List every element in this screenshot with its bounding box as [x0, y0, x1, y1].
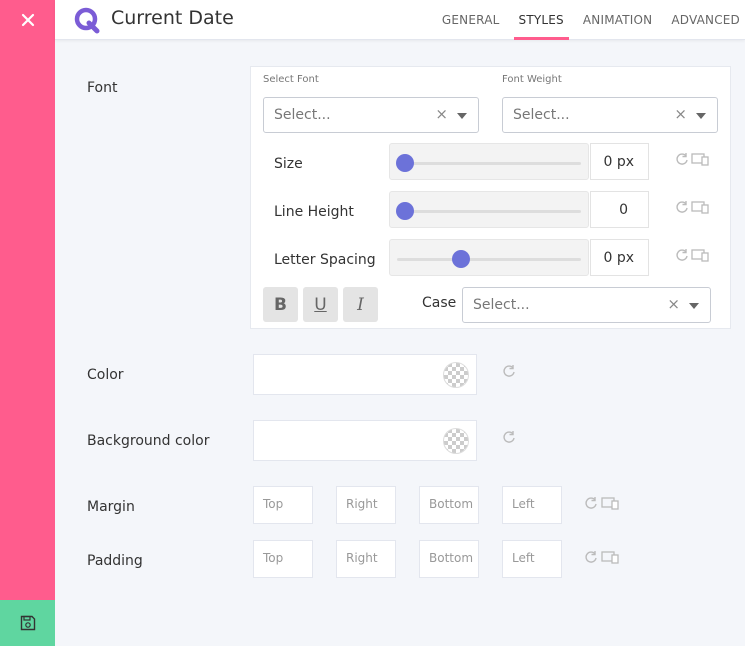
slider-track — [397, 210, 581, 213]
slider-thumb[interactable] — [396, 154, 414, 172]
responsive-icon[interactable] — [601, 550, 619, 564]
bold-button[interactable]: B — [263, 287, 298, 322]
size-value[interactable]: 0 px — [590, 143, 649, 180]
underline-button[interactable]: U — [303, 287, 338, 322]
header: Current Date GENERAL STYLES ANIMATION AD… — [55, 0, 745, 40]
font-panel: Select Font Select... × Font Weight Sele… — [250, 66, 731, 329]
font-label: Font — [87, 80, 118, 96]
select-font-label: Select Font — [263, 74, 319, 85]
margin-top-input[interactable]: Top — [253, 486, 313, 524]
letter-spacing-slider[interactable] — [389, 239, 589, 276]
padding-actions — [584, 550, 619, 564]
clear-icon[interactable]: × — [674, 105, 687, 123]
slider-thumb[interactable] — [452, 250, 471, 268]
size-actions — [675, 152, 709, 166]
chevron-down-icon[interactable] — [457, 113, 467, 119]
chevron-down-icon[interactable] — [689, 303, 699, 309]
logo-icon — [74, 7, 100, 34]
tab-bar: GENERAL STYLES ANIMATION ADVANCED — [428, 0, 745, 40]
letter-spacing-actions — [675, 248, 709, 262]
case-placeholder: Select... — [473, 297, 530, 313]
case-label: Case — [422, 295, 457, 311]
font-weight-label: Font Weight — [502, 74, 562, 85]
line-height-label: Line Height — [274, 204, 354, 220]
reset-icon[interactable] — [502, 430, 516, 444]
background-color-label: Background color — [87, 433, 210, 449]
reset-icon[interactable] — [584, 496, 598, 510]
case-dropdown[interactable]: Select... × — [462, 287, 711, 323]
responsive-icon[interactable] — [691, 152, 709, 166]
color-label: Color — [87, 367, 124, 383]
save-button[interactable] — [0, 600, 55, 646]
chevron-down-icon[interactable] — [696, 113, 706, 119]
slider-thumb[interactable] — [396, 202, 414, 220]
padding-label: Padding — [87, 553, 143, 569]
letter-spacing-value[interactable]: 0 px — [590, 239, 649, 276]
size-slider[interactable] — [389, 143, 589, 180]
slider-track — [397, 162, 581, 165]
responsive-icon[interactable] — [601, 496, 619, 510]
color-swatch[interactable] — [443, 362, 469, 388]
font-weight-placeholder: Select... — [513, 107, 570, 123]
padding-bottom-input[interactable]: Bottom — [419, 540, 479, 578]
reset-icon[interactable] — [584, 550, 598, 564]
reset-icon[interactable] — [675, 200, 689, 214]
select-font-dropdown[interactable]: Select... × — [263, 97, 479, 133]
margin-actions — [584, 496, 619, 510]
close-button[interactable] — [0, 0, 55, 40]
save-icon — [20, 615, 35, 631]
line-height-value[interactable]: 0 — [590, 191, 649, 228]
margin-bottom-input[interactable]: Bottom — [419, 486, 479, 524]
reset-icon[interactable] — [675, 248, 689, 262]
tab-animation[interactable]: ANIMATION — [578, 0, 657, 40]
clear-icon[interactable]: × — [667, 295, 680, 313]
page-title: Current Date — [111, 7, 234, 29]
background-color-swatch[interactable] — [443, 428, 469, 454]
slider-track — [397, 258, 581, 261]
responsive-icon[interactable] — [691, 200, 709, 214]
background-color-field[interactable] — [253, 420, 477, 461]
margin-right-input[interactable]: Right — [336, 486, 396, 524]
reset-icon[interactable] — [502, 364, 516, 378]
left-rail — [0, 0, 55, 646]
responsive-icon[interactable] — [691, 248, 709, 262]
padding-top-input[interactable]: Top — [253, 540, 313, 578]
margin-left-input[interactable]: Left — [502, 486, 562, 524]
reset-icon[interactable] — [675, 152, 689, 166]
italic-button[interactable]: I — [343, 287, 378, 322]
letter-spacing-label: Letter Spacing — [274, 252, 376, 268]
tab-advanced[interactable]: ADVANCED — [666, 0, 745, 40]
close-icon — [21, 13, 34, 27]
font-weight-dropdown[interactable]: Select... × — [502, 97, 718, 133]
select-font-placeholder: Select... — [274, 107, 331, 123]
tab-styles[interactable]: STYLES — [513, 0, 569, 40]
clear-icon[interactable]: × — [435, 105, 448, 123]
padding-right-input[interactable]: Right — [336, 540, 396, 578]
size-label: Size — [274, 156, 303, 172]
tab-general[interactable]: GENERAL — [437, 0, 505, 40]
line-height-actions — [675, 200, 709, 214]
padding-left-input[interactable]: Left — [502, 540, 562, 578]
line-height-slider[interactable] — [389, 191, 589, 228]
color-field[interactable] — [253, 354, 477, 395]
margin-label: Margin — [87, 499, 135, 515]
